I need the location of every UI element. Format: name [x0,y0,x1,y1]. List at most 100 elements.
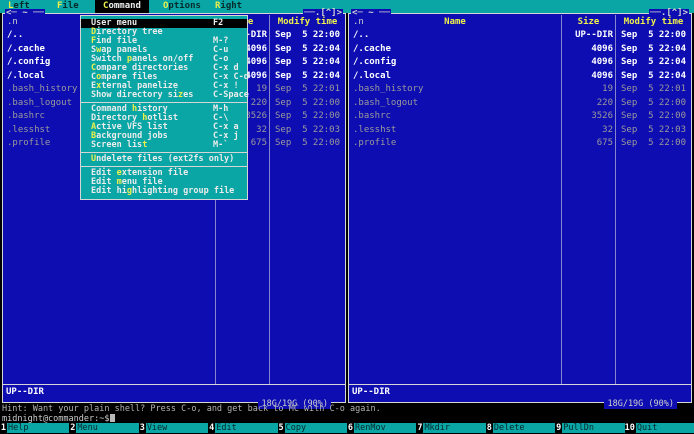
hotkey-letter: C [103,1,109,11]
shell-prompt[interactable]: midnight@commander:~$ [2,414,692,424]
file-mtime: Sep 5 22:00 [275,30,341,40]
file-row-config[interactable]: /.config 4096 Sep 5 22:04 [349,56,691,70]
file-row-item[interactable]: /.. UP--DIR Sep 5 22:00 [349,29,691,43]
hotkey-letter: z [178,90,184,100]
column-header-mtime[interactable]: Modify time [616,16,691,28]
file-row-bash-logout[interactable]: .bash_logout 220 Sep 5 22:00 [349,97,691,111]
fkey-10-quit[interactable]: 10 Quit [624,423,694,433]
file-mtime: Sep 5 22:00 [621,97,687,108]
file-name: .bash_history [353,84,424,94]
file-mtime: Sep 5 22:03 [621,124,687,135]
fkey-3-view[interactable]: 3 View [138,423,209,433]
fkey-2-menu[interactable]: 2 Menu [69,423,139,433]
file-row-cache[interactable]: /.cache 4096 Sep 5 22:04 [349,43,691,57]
file-mtime: Sep 5 22:00 [621,138,687,148]
fkey-number: 4 [208,423,216,433]
fkey-number: 9 [555,423,563,433]
function-key-bar: 1 Help 2 Menu 3 View 4 Edit 5 Copy 6 RenMov 7 Mkdir 8 D… [0,423,694,434]
panel-right: <─ ~ ── ──.[^]> .n Name Size Modify time… [348,9,692,409]
file-mtime: Sep 5 22:04 [621,43,687,54]
midnight-commander-screen: { "menubar": { "items": [ {"pre":"","hot… [0,0,694,434]
file-mtime: Sep 5 22:04 [275,43,341,54]
column-header-name[interactable]: Name [349,16,561,28]
file-mtime: Sep 5 22:04 [621,57,687,67]
column-separator [615,15,616,384]
file-mtime: Sep 5 22:03 [275,124,341,135]
fkey-number: 8 [485,423,493,433]
file-name: .profile [353,138,397,148]
fkey-1-help[interactable]: 1 Help [0,423,70,433]
file-row-bash-history[interactable]: .bash_history 19 Sep 5 22:01 [349,83,691,97]
file-size: 4096 [591,43,613,54]
menu-bar: Left File Command Options Right [0,0,694,13]
fkey-label: Edit [215,423,278,433]
file-mtime: Sep 5 22:00 [275,111,341,121]
fkey-4-edit[interactable]: 4 Edit [208,423,278,433]
text-cursor [110,414,116,422]
fkey-label: View [145,423,209,433]
file-mtime: Sep 5 22:04 [621,70,687,81]
menubar-item-file[interactable]: File [57,0,79,13]
fkey-label: Mkdir [423,423,486,433]
fkey-8-delete[interactable]: 8 Delete [485,423,556,433]
file-size: 3526 [591,111,613,121]
hint-line: Hint: Want your plain shell? Press C-o, … [2,404,381,414]
file-name: /.cache [353,43,391,54]
panel-right-header: .n Name Size Modify time [349,16,691,28]
menu-shortcut: M-` [213,140,229,150]
file-mtime: Sep 5 22:00 [621,30,687,40]
file-mtime: Sep 5 22:01 [275,84,341,94]
fkey-label: PullDn [562,423,625,433]
file-name: .bashrc [353,111,391,121]
fkey-6-renmov[interactable]: 6 RenMov [347,423,417,433]
menu-shortcut: C-Space [213,90,249,100]
menubar-item-command[interactable]: Command [95,0,149,13]
file-size: 19 [602,84,613,94]
ministatus-separator [349,384,691,385]
column-header-mtime[interactable]: Modify time [270,16,345,28]
fkey-label: Quit [635,423,694,433]
fkey-5-copy[interactable]: 5 Copy [277,423,348,433]
file-mtime: Sep 5 22:00 [621,111,687,121]
file-mtime: Sep 5 22:04 [275,57,341,67]
ministatus: UP--DIR [6,387,44,397]
file-name: .bash_logout [353,97,419,108]
menu-shortcut: F2 [213,18,224,28]
fkey-number: 10 [624,423,636,433]
file-row-bashrc[interactable]: .bashrc 3526 Sep 5 22:00 [349,110,691,124]
hotkey-letter: t [142,140,148,150]
file-row-profile[interactable]: .profile 675 Sep 5 22:00 [349,137,691,151]
file-row-lesshst[interactable]: .lesshst 32 Sep 5 22:03 [349,124,691,138]
file-size: UP--DIR [575,30,613,40]
file-size: 220 [596,97,613,108]
file-size: 4096 [591,70,613,81]
menubar-item-right[interactable]: Right [215,0,242,13]
ministatus-separator [3,384,345,385]
command-dropdown-menu: User menu F2 Directory tree Find file M-? Swa… [80,15,249,200]
file-mtime: Sep 5 22:00 [275,138,341,148]
fkey-9-pulldn[interactable]: 9 PullDn [555,423,625,433]
file-mtime: Sep 5 22:01 [621,84,687,94]
fkey-7-mkdir[interactable]: 7 Mkdir [416,423,486,433]
fkey-label: Copy [284,423,348,433]
file-row-local[interactable]: /.local 4096 Sep 5 22:04 [349,70,691,84]
file-list: /.. UP--DIR Sep 5 22:00 /.cache 4096 Sep 5 22… [349,29,691,151]
fkey-number: 7 [416,423,424,433]
file-size: 675 [596,138,613,148]
file-name: /.local [353,70,391,81]
menu-item-screen-list[interactable]: Screen list M-` [81,141,247,150]
menu-item-show-directory-sizes[interactable]: Show directory sizes C-Space [81,90,249,100]
fkey-number: 2 [69,423,77,433]
menu-item-undelete-files-ext2fs-only[interactable]: Undelete files (ext2fs only) [81,155,247,164]
hotkey-letter: O [163,1,169,11]
file-mtime: Sep 5 22:04 [275,70,341,81]
menubar-item-options[interactable]: Options [163,0,201,13]
fkey-label: RenMov [354,423,417,433]
menu-item-edit-highlighting-group-file[interactable]: Edit highlighting group file [81,187,247,196]
fkey-label: Help [7,423,70,433]
fkey-number: 1 [0,423,7,433]
column-header-size[interactable]: Size [562,16,615,28]
hotkey-letter: F [57,1,63,11]
hotkey-letter: g [126,186,132,196]
file-name: /.. [353,30,370,40]
